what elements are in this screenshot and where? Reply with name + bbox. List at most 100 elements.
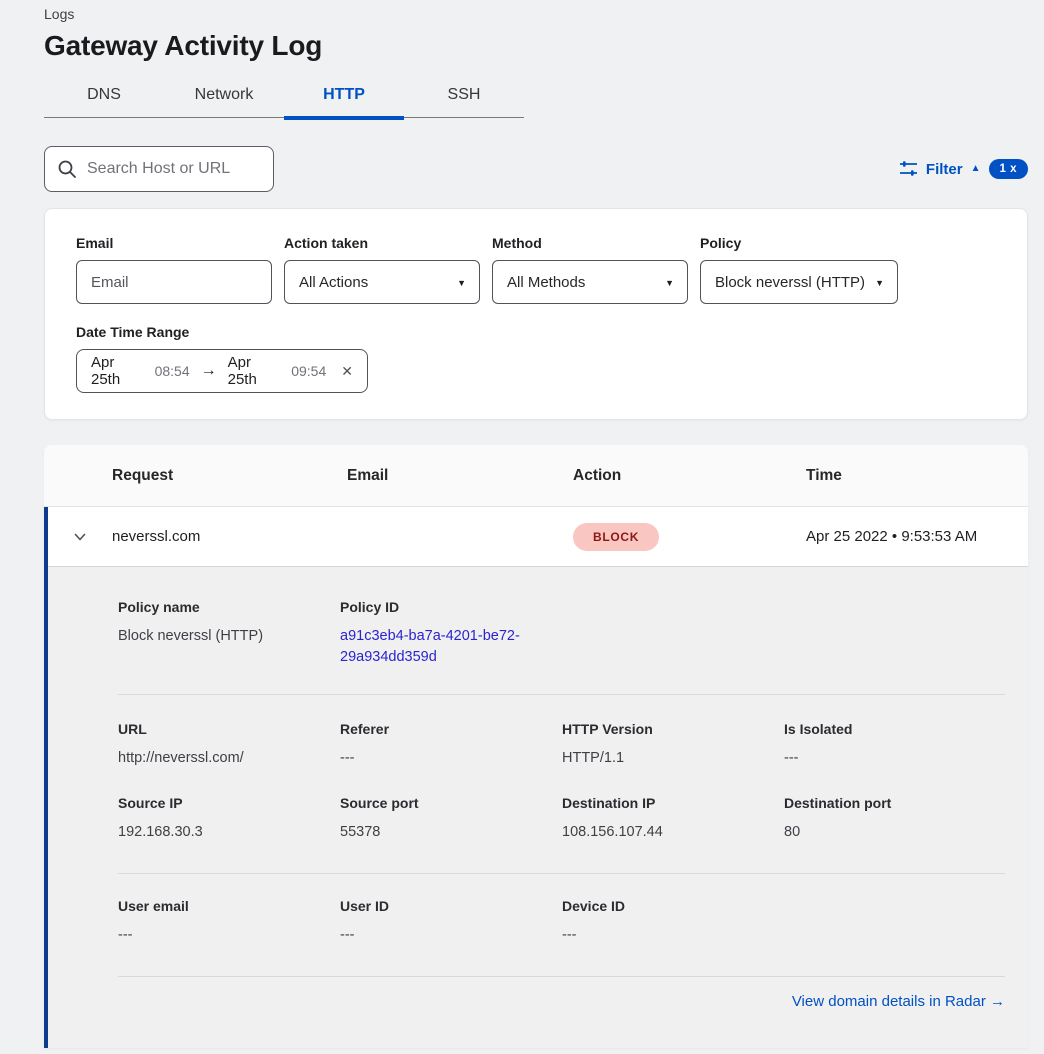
action-filter-dropdown[interactable]: All Actions ▼ <box>284 260 480 304</box>
referer-value: --- <box>340 748 562 769</box>
filter-label: Filter <box>926 161 963 178</box>
destination-ip-value: 108.156.107.44 <box>562 822 784 843</box>
user-email-value: --- <box>118 925 340 946</box>
page-title: Gateway Activity Log <box>44 30 1028 62</box>
search-filter-row: Filter ▲ 1 x <box>44 146 1028 192</box>
clear-date-range-icon[interactable]: ✕ <box>341 363 353 380</box>
destination-ip-label: Destination IP <box>562 795 784 811</box>
search-icon <box>57 159 77 179</box>
date-range-field: Date Time Range Apr 25th 08:54 → Apr 25t… <box>76 324 997 393</box>
policy-filter-dropdown[interactable]: Block neverssl (HTTP) ▼ <box>700 260 898 304</box>
filter-panel: Email Action taken All Actions ▼ Method … <box>44 208 1028 420</box>
policy-id-field: Policy ID a91c3eb4-ba7a-4201-be72-29a934… <box>340 599 562 668</box>
url-label: URL <box>118 721 340 737</box>
user-email-field: User email --- <box>118 898 340 946</box>
http-version-value: HTTP/1.1 <box>562 748 784 769</box>
column-header-time: Time <box>806 467 1028 485</box>
policy-id-label: Policy ID <box>340 599 562 615</box>
email-filter-label: Email <box>76 235 272 251</box>
tab-http[interactable]: HTTP <box>284 76 404 117</box>
start-date: Apr 25th <box>91 354 146 388</box>
radar-link-row: View domain details in Radar → <box>118 993 1005 1011</box>
table-row[interactable]: neverssl.com BLOCK Apr 25 2022 • 9:53:53… <box>48 507 1028 567</box>
date-range-label: Date Time Range <box>76 324 997 340</box>
referer-label: Referer <box>340 721 562 737</box>
tab-ssh[interactable]: SSH <box>404 76 524 117</box>
policy-name-label: Policy name <box>118 599 340 615</box>
filter-toggle[interactable]: Filter ▲ 1 x <box>899 159 1028 179</box>
details-divider <box>118 694 1005 695</box>
active-tab-underline <box>284 116 404 120</box>
url-field: URL http://neverssl.com/ <box>118 721 340 769</box>
action-filter-label: Action taken <box>284 235 480 251</box>
device-id-label: Device ID <box>562 898 784 914</box>
method-filter-value: All Methods <box>507 274 585 291</box>
end-time: 09:54 <box>291 363 326 379</box>
log-entry-details: Policy name Block neverssl (HTTP) Policy… <box>48 567 1028 1048</box>
search-box <box>44 146 274 192</box>
url-value: http://neverssl.com/ <box>118 748 340 769</box>
destination-port-value: 80 <box>784 822 1006 843</box>
is-isolated-label: Is Isolated <box>784 721 1006 737</box>
tab-network[interactable]: Network <box>164 76 284 117</box>
view-in-radar-link[interactable]: View domain details in Radar → <box>792 993 1005 1010</box>
policy-name-value: Block neverssl (HTTP) <box>118 626 340 647</box>
collapse-row-button[interactable] <box>48 529 112 545</box>
method-filter-field: Method All Methods ▼ <box>492 235 688 304</box>
action-filter-field: Action taken All Actions ▼ <box>284 235 480 304</box>
policy-filter-field: Policy Block neverssl (HTTP) ▼ <box>700 235 898 304</box>
http-version-field: HTTP Version HTTP/1.1 <box>562 721 784 769</box>
dropdown-caret-icon: ▼ <box>665 278 674 288</box>
email-filter-input[interactable] <box>91 274 257 291</box>
filter-count-badge[interactable]: 1 x <box>989 159 1029 179</box>
activity-log-table: Request Email Action Time neverssl.com B… <box>44 445 1028 1048</box>
method-filter-label: Method <box>492 235 688 251</box>
policy-filter-label: Policy <box>700 235 898 251</box>
destination-ip-field: Destination IP 108.156.107.44 <box>562 795 784 843</box>
filter-collapse-caret-icon[interactable]: ▲ <box>971 164 981 174</box>
request-cell: neverssl.com <box>112 528 347 545</box>
destination-port-field: Destination port 80 <box>784 795 1006 843</box>
destination-port-label: Destination port <box>784 795 1006 811</box>
user-id-label: User ID <box>340 898 562 914</box>
method-filter-dropdown[interactable]: All Methods ▼ <box>492 260 688 304</box>
table-header-row: Request Email Action Time <box>44 445 1028 507</box>
gateway-activity-log-page: Logs Gateway Activity Log DNS Network HT… <box>0 0 1044 1054</box>
dropdown-caret-icon: ▼ <box>457 278 466 288</box>
column-header-email: Email <box>347 467 573 485</box>
source-port-field: Source port 55378 <box>340 795 562 843</box>
details-divider <box>118 976 1005 977</box>
source-port-value: 55378 <box>340 822 562 843</box>
source-ip-label: Source IP <box>118 795 340 811</box>
is-isolated-field: Is Isolated --- <box>784 721 1006 769</box>
source-ip-value: 192.168.30.3 <box>118 822 340 843</box>
is-isolated-value: --- <box>784 748 1006 769</box>
dropdown-caret-icon: ▼ <box>875 278 884 288</box>
action-cell: BLOCK <box>573 523 806 551</box>
user-id-field: User ID --- <box>340 898 562 946</box>
search-input[interactable] <box>44 146 274 192</box>
policy-id-link[interactable]: a91c3eb4-ba7a-4201-be72-29a934dd359d <box>340 626 535 668</box>
policy-name-field: Policy name Block neverssl (HTTP) <box>118 599 340 668</box>
http-version-label: HTTP Version <box>562 721 784 737</box>
arrow-right-icon: → <box>199 362 219 380</box>
action-filter-value: All Actions <box>299 274 368 291</box>
breadcrumb[interactable]: Logs <box>44 4 1028 22</box>
chevron-down-icon <box>72 529 88 545</box>
device-id-value: --- <box>562 925 784 946</box>
time-cell: Apr 25 2022 • 9:53:53 AM <box>806 528 1028 545</box>
column-header-request: Request <box>112 467 347 485</box>
user-id-value: --- <box>340 925 562 946</box>
source-ip-field: Source IP 192.168.30.3 <box>118 795 340 843</box>
end-date: Apr 25th <box>228 354 283 388</box>
filter-sliders-icon <box>899 160 918 178</box>
email-filter-field: Email <box>76 235 272 304</box>
log-type-tabs: DNS Network HTTP SSH <box>44 76 524 118</box>
device-id-field: Device ID --- <box>562 898 784 946</box>
tab-dns[interactable]: DNS <box>44 76 164 117</box>
date-range-picker[interactable]: Apr 25th 08:54 → Apr 25th 09:54 ✕ <box>76 349 368 393</box>
details-divider <box>118 873 1005 874</box>
tab-http-label: HTTP <box>323 86 365 103</box>
referer-field: Referer --- <box>340 721 562 769</box>
log-entry-expanded: neverssl.com BLOCK Apr 25 2022 • 9:53:53… <box>44 507 1028 1048</box>
